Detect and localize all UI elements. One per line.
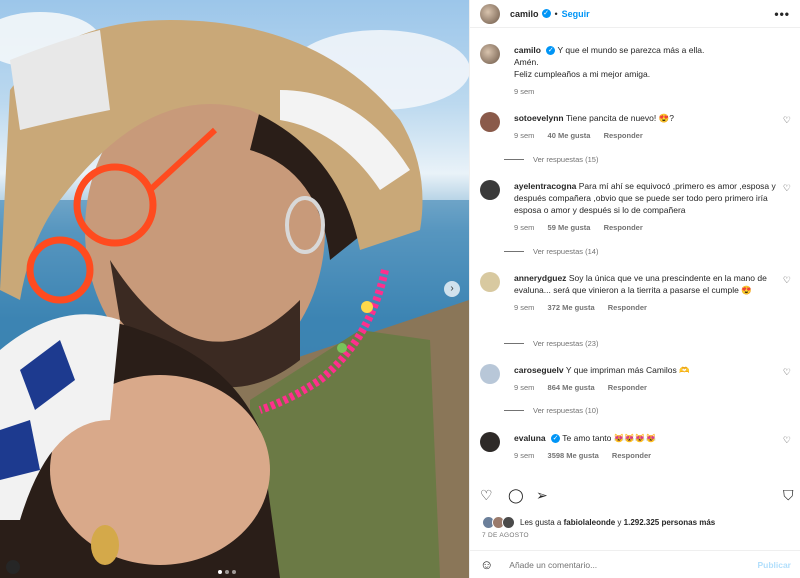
- comments-list[interactable]: camilo ✓ Y que el mundo se parezca más a…: [470, 36, 800, 474]
- reply-button[interactable]: Responder: [604, 131, 643, 140]
- comment-body: evaluna ✓ Te amo tanto 😻😻😻😻 9 sem 3598 M…: [514, 432, 779, 462]
- caption-line: Y que el mundo se parezca más a ella.: [557, 45, 705, 55]
- view-replies-button[interactable]: Ver respuestas (14): [504, 247, 598, 256]
- comment-meta: 9 sem 40 Me gusta Responder: [514, 130, 779, 142]
- comment-time[interactable]: 9 sem: [514, 303, 534, 312]
- comment-text: Tiene pancita de nuevo! 😍?: [565, 113, 674, 123]
- liked-by-join: y: [617, 518, 622, 527]
- liked-by-count[interactable]: 1.292.325 personas más: [624, 518, 716, 527]
- caption-meta: 9 sem: [514, 86, 779, 98]
- comment-like-icon[interactable]: ♡: [783, 367, 791, 378]
- header-separator: •: [554, 8, 558, 19]
- comment-time[interactable]: 9 sem: [514, 451, 534, 460]
- carousel-dot: [218, 570, 222, 574]
- view-replies-button[interactable]: Ver respuestas (15): [504, 155, 598, 164]
- commenter-username[interactable]: evaluna: [514, 433, 546, 443]
- emoji-icon[interactable]: ☺: [480, 557, 493, 572]
- comment-time[interactable]: 9 sem: [514, 223, 534, 232]
- carousel-indicator: [218, 570, 236, 574]
- view-replies-label: Ver respuestas (14): [533, 247, 599, 256]
- comment-body: sotoevelynn Tiene pancita de nuevo! 😍? 9…: [514, 112, 779, 142]
- reply-button[interactable]: Responder: [608, 383, 647, 392]
- verified-icon: ✓: [546, 46, 556, 56]
- post-side-panel: camilo ✓ • Seguir ••• camilo ✓ Y que el …: [469, 0, 800, 578]
- comment-like-icon[interactable]: ♡: [783, 435, 791, 446]
- view-replies-label: Ver respuestas (15): [533, 155, 599, 164]
- caption-line: Amén.: [514, 57, 539, 67]
- comment-like-icon[interactable]: ♡: [783, 183, 791, 194]
- view-replies-button[interactable]: Ver respuestas (23): [504, 339, 598, 348]
- post-photo[interactable]: ›: [0, 0, 469, 578]
- caption-username[interactable]: camilo: [514, 45, 541, 55]
- share-icon[interactable]: ➢: [536, 487, 548, 504]
- comment-meta: 9 sem 864 Me gusta Responder: [514, 382, 779, 394]
- comment-composer: ☺ Publicar: [470, 550, 800, 578]
- follow-button[interactable]: Seguir: [562, 9, 590, 19]
- comment-time[interactable]: 9 sem: [514, 383, 534, 392]
- comment-like-icon[interactable]: ♡: [783, 275, 791, 286]
- verified-icon: ✓: [541, 9, 551, 18]
- view-replies-button[interactable]: Ver respuestas (10): [504, 406, 598, 415]
- post-actions: ♡ ◯ ➢ ⛉: [480, 487, 795, 505]
- commenter-avatar[interactable]: [480, 272, 500, 292]
- post-date[interactable]: 7 DE AGOSTO: [482, 532, 529, 539]
- commenter-username[interactable]: caroseguelv: [514, 365, 564, 375]
- replies-line: [504, 343, 524, 344]
- comment-likes[interactable]: 3598 Me gusta: [548, 451, 599, 460]
- comment-like-icon[interactable]: ♡: [783, 115, 791, 126]
- tagged-users-icon[interactable]: [6, 560, 20, 574]
- comment-icon[interactable]: ◯: [508, 487, 524, 504]
- author-username[interactable]: camilo: [510, 9, 539, 19]
- comment-meta: 9 sem 59 Me gusta Responder: [514, 222, 779, 234]
- comment-text: Y que impriman más Camilos 🫶: [565, 365, 690, 375]
- comment-body: ayelentracogna Para mí ahí se equivocó ,…: [514, 180, 779, 234]
- publish-button[interactable]: Publicar: [757, 560, 791, 570]
- caption-avatar[interactable]: [480, 44, 500, 64]
- comment-likes[interactable]: 864 Me gusta: [548, 383, 595, 392]
- author-avatar[interactable]: [480, 3, 500, 24]
- replies-line: [504, 251, 524, 252]
- carousel-dot: [225, 570, 229, 574]
- replies-line: [504, 159, 524, 160]
- commenter-avatar[interactable]: [480, 112, 500, 132]
- comment-likes[interactable]: 372 Me gusta: [548, 303, 595, 312]
- replies-line: [504, 410, 524, 411]
- caption-time[interactable]: 9 sem: [514, 87, 534, 96]
- comment-likes[interactable]: 40 Me gusta: [548, 131, 591, 140]
- comment-meta: 9 sem 372 Me gusta Responder: [514, 302, 779, 314]
- save-icon[interactable]: ⛉: [783, 487, 794, 504]
- comment-body: annerydguez Soy la única que ve una pres…: [514, 272, 779, 314]
- caption-body: camilo ✓ Y que el mundo se parezca más a…: [514, 44, 779, 98]
- comment-text: Te amo tanto 😻😻😻😻: [562, 433, 657, 443]
- carousel-next-button[interactable]: ›: [444, 281, 460, 297]
- reply-button[interactable]: Responder: [604, 223, 643, 232]
- verified-icon: ✓: [551, 434, 561, 444]
- reply-button[interactable]: Responder: [612, 451, 651, 460]
- comment-time[interactable]: 9 sem: [514, 131, 534, 140]
- commenter-avatar[interactable]: [480, 364, 500, 384]
- commenter-avatar[interactable]: [480, 180, 500, 200]
- view-replies-label: Ver respuestas (10): [533, 406, 599, 415]
- carousel-dot: [232, 570, 236, 574]
- liker-avatar: [502, 516, 515, 529]
- more-options-icon[interactable]: •••: [774, 7, 790, 21]
- caption-line: Feliz cumpleaños a mi mejor amiga.: [514, 69, 651, 79]
- post-header: camilo ✓ • Seguir •••: [470, 0, 800, 28]
- commenter-username[interactable]: annerydguez: [514, 273, 566, 283]
- commenter-username[interactable]: sotoevelynn: [514, 113, 564, 123]
- commenter-username[interactable]: ayelentracogna: [514, 181, 576, 191]
- reply-button[interactable]: Responder: [608, 303, 647, 312]
- comment-meta: 9 sem 3598 Me gusta Responder: [514, 450, 779, 462]
- liked-by-prefix: Les gusta a: [520, 518, 562, 527]
- liked-by: Les gusta a fabiolaleonde y 1.292.325 pe…: [482, 516, 715, 529]
- comment-likes[interactable]: 59 Me gusta: [548, 223, 591, 232]
- comment-input[interactable]: [507, 558, 732, 571]
- photo-illustration: [0, 12, 469, 578]
- commenter-avatar[interactable]: [480, 432, 500, 452]
- view-replies-label: Ver respuestas (23): [533, 339, 599, 348]
- liked-by-user[interactable]: fabiolaleonde: [564, 518, 616, 527]
- comment-body: caroseguelv Y que impriman más Camilos 🫶…: [514, 364, 779, 394]
- like-icon[interactable]: ♡: [480, 487, 493, 504]
